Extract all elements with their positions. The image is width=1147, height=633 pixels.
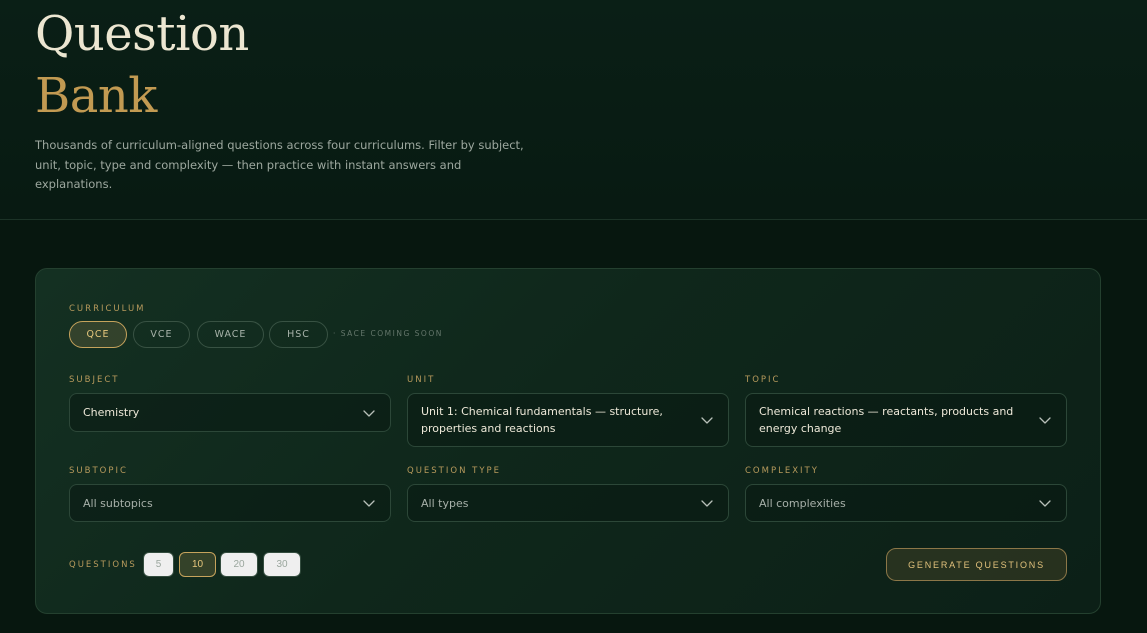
subject-value: Chemistry bbox=[83, 406, 140, 419]
unit-select[interactable]: Unit 1: Chemical fundamentals — structur… bbox=[407, 393, 729, 447]
curriculum-pill-hsc[interactable]: HSC bbox=[269, 321, 328, 348]
curriculum-pill-qce[interactable]: QCE bbox=[69, 321, 127, 348]
questions-label: QUESTIONS bbox=[69, 560, 137, 570]
sace-coming-soon-note: · SACE COMING SOON bbox=[333, 329, 443, 338]
chevron-down-icon bbox=[1039, 500, 1051, 507]
question-count-5[interactable]: 5 bbox=[143, 552, 174, 577]
page-description: Thousands of curriculum-aligned question… bbox=[35, 138, 524, 191]
complexity-label: COMPLEXITY bbox=[745, 466, 819, 476]
chevron-down-icon bbox=[363, 500, 375, 507]
curriculum-pill-vce[interactable]: VCE bbox=[133, 321, 190, 348]
generate-questions-button[interactable]: GENERATE QUESTIONS bbox=[886, 548, 1067, 581]
subtopic-value: All subtopics bbox=[83, 496, 153, 510]
chevron-down-icon bbox=[701, 500, 713, 507]
question-type-label: QUESTION TYPE bbox=[407, 466, 502, 476]
topic-select[interactable]: Chemical reactions — reactants, products… bbox=[745, 393, 1067, 447]
page-title-line2: Bank bbox=[35, 68, 157, 124]
subtopic-label: SUBTOPIC bbox=[69, 466, 128, 476]
page-title-line1: Question bbox=[35, 6, 249, 62]
complexity-value: All complexities bbox=[759, 496, 846, 510]
chevron-down-icon bbox=[1039, 417, 1051, 424]
question-count-20[interactable]: 20 bbox=[220, 552, 258, 577]
filter-card: CURRICULUM QCE VCE WACE HSC · SACE COMIN… bbox=[35, 268, 1101, 614]
hero-section: Question Bank Thousands of curriculum-al… bbox=[0, 0, 1147, 220]
subject-label: SUBJECT bbox=[69, 375, 120, 385]
question-type-value: All types bbox=[421, 496, 469, 510]
question-count-30[interactable]: 30 bbox=[263, 552, 301, 577]
chevron-down-icon bbox=[363, 409, 375, 417]
complexity-select[interactable]: All complexities bbox=[745, 484, 1067, 522]
subtopic-select[interactable]: All subtopics bbox=[69, 484, 391, 522]
question-type-select[interactable]: All types bbox=[407, 484, 729, 522]
topic-label: TOPIC bbox=[745, 375, 781, 385]
chevron-down-icon bbox=[701, 417, 713, 424]
question-count-10[interactable]: 10 bbox=[179, 552, 216, 577]
topic-value: Chemical reactions — reactants, products… bbox=[759, 405, 1014, 435]
subject-select[interactable]: Chemistry bbox=[69, 393, 391, 432]
curriculum-label: CURRICULUM bbox=[69, 304, 146, 314]
unit-label: UNIT bbox=[407, 375, 436, 385]
unit-value: Unit 1: Chemical fundamentals — structur… bbox=[421, 405, 663, 435]
curriculum-pill-wace[interactable]: WACE bbox=[197, 321, 264, 348]
